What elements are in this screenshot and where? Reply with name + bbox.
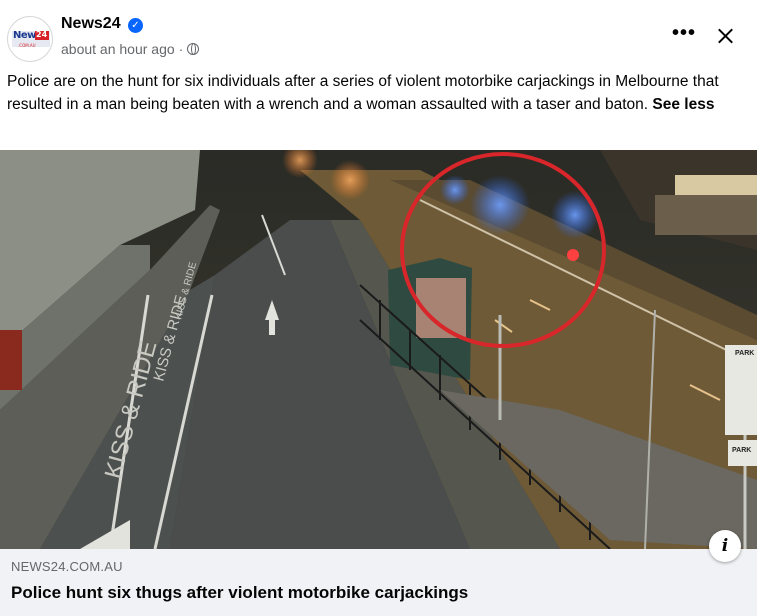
close-icon[interactable] — [709, 20, 741, 52]
parking-sign — [725, 345, 757, 435]
verified-badge-icon: ✓ — [128, 18, 143, 33]
shopfront — [655, 195, 757, 235]
see-less-button[interactable]: See less — [652, 96, 714, 113]
info-icon[interactable]: i — [709, 530, 741, 562]
page-name-link[interactable]: News24 — [61, 15, 121, 33]
street-light-glow — [330, 160, 370, 200]
link-domain: NEWS24.COM.AU — [11, 559, 123, 574]
post-timestamp[interactable]: about an hour ago — [61, 41, 175, 57]
police-light-glow — [470, 175, 530, 235]
globe-icon — [187, 43, 200, 55]
meta-separator: · — [178, 41, 184, 57]
police-light-glow-2 — [551, 191, 599, 239]
page-avatar[interactable]: News 24 .COM.AU — [7, 16, 53, 62]
caption-text: Police are on the hunt for six individua… — [7, 73, 719, 113]
post-header: News 24 .COM.AU News24 ✓ about an hour a… — [0, 0, 757, 68]
more-options-button[interactable]: ••• — [668, 22, 700, 50]
red-bin — [0, 330, 22, 390]
link-headline[interactable]: Police hunt six thugs after violent moto… — [11, 583, 468, 603]
park-sign-text-2: PARK — [732, 447, 751, 454]
taillight — [567, 249, 579, 261]
police-light-glow-3 — [440, 175, 470, 205]
logo-red-text: 24 — [36, 30, 48, 39]
feed-post: News 24 .COM.AU News24 ✓ about an hour a… — [0, 0, 757, 616]
logo-sub-text: .COM.AU — [18, 43, 36, 48]
link-preview[interactable]: NEWS24.COM.AU Police hunt six thugs afte… — [0, 549, 757, 616]
post-image[interactable]: KISS & RIDE KISS & RIDE KISS & RIDE PARK… — [0, 150, 757, 549]
cctv-scene: KISS & RIDE KISS & RIDE KISS & RIDE PARK… — [0, 150, 757, 549]
post-meta: about an hour ago · — [61, 41, 200, 57]
park-sign-text-1: PARK — [735, 350, 754, 357]
post-caption: Police are on the hunt for six individua… — [7, 70, 749, 116]
